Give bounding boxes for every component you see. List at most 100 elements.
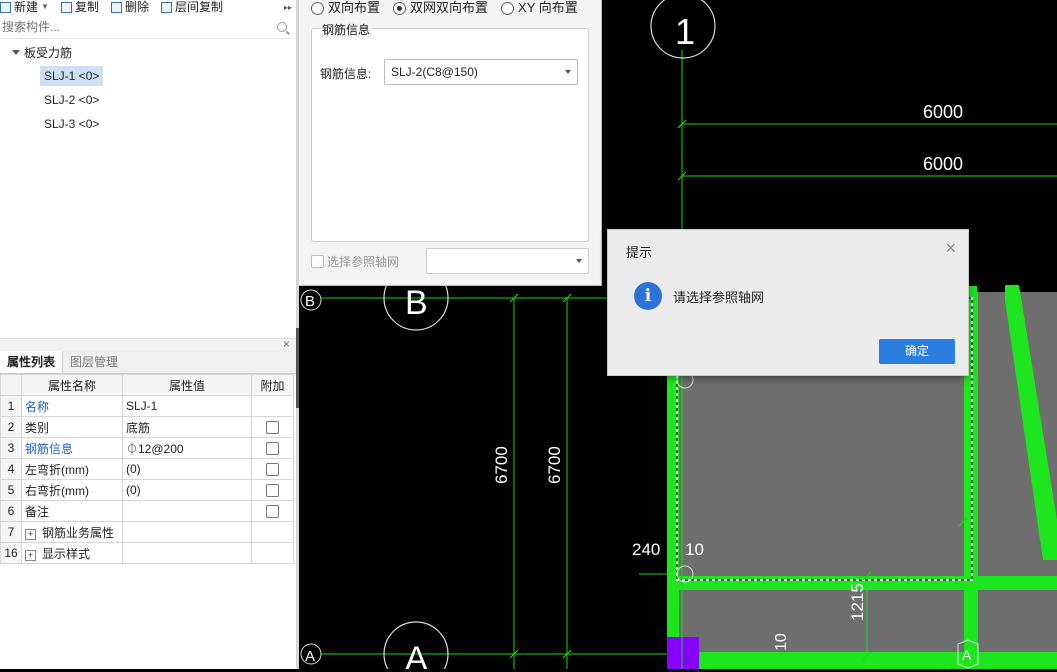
axis-label-b-small: B — [305, 293, 315, 310]
table-row[interactable]: 3 钢筋信息 ⏀12@200 — [0, 437, 294, 459]
row-num: 4 — [0, 458, 22, 480]
table-row[interactable]: 6 备注 — [0, 500, 294, 522]
prop-extra — [251, 479, 294, 501]
new-button[interactable]: 新建 ▼ — [0, 1, 49, 13]
group-label: 钢筋业务属性 — [42, 525, 115, 540]
expand-plus-icon[interactable]: + — [25, 549, 36, 561]
radio-double-net[interactable]: 双网双向布置 — [393, 0, 488, 16]
table-row[interactable]: 2 类别 底筋 — [0, 416, 294, 438]
extra-checkbox[interactable] — [266, 421, 279, 435]
new-icon — [0, 1, 11, 13]
beam-bottom — [667, 652, 1057, 669]
checkbox-icon[interactable] — [311, 255, 324, 268]
tree-root[interactable]: 板受力筋 — [12, 44, 72, 61]
search-icon[interactable] — [277, 22, 287, 32]
ok-button[interactable]: 确定 — [879, 339, 955, 364]
copy-button[interactable]: 复制 — [60, 1, 99, 13]
delete-icon — [110, 1, 122, 13]
component-toolbar: 新建 ▼ 复制 删除 层间复制 ▸▸ — [0, 0, 296, 14]
radio-label: XY 向布置 — [518, 0, 578, 15]
table-header-row: 属性名称 属性值 附加 — [0, 374, 294, 396]
dialog-message: 请选择参照轴网 — [673, 290, 765, 305]
row-num: 7 — [0, 521, 22, 543]
prop-name: 右弯折(mm) — [21, 479, 123, 501]
table-row[interactable]: 5 右弯折(mm) (0) — [0, 479, 294, 501]
group-label: 显示样式 — [42, 546, 91, 561]
dim-text-6000-b: 6000 — [923, 154, 963, 174]
rebar-info-select[interactable]: SLJ-2(C8@150) — [384, 59, 578, 85]
info-icon: i — [634, 282, 662, 310]
radio-xy[interactable]: XY 向布置 — [501, 0, 578, 16]
radio-label: 双网双向布置 — [410, 0, 489, 15]
prop-value[interactable]: SLJ-1 — [122, 395, 252, 417]
header-value: 属性值 — [122, 374, 252, 396]
header-num — [0, 374, 22, 396]
more-icon[interactable]: ▸▸ — [284, 3, 292, 12]
rebar-info-label: 钢筋信息: — [320, 67, 372, 81]
prop-value[interactable]: (0) — [122, 479, 252, 501]
floor-copy-button[interactable]: 层间复制 — [160, 1, 223, 13]
chevron-down-icon[interactable]: ▼ — [41, 1, 49, 13]
table-row[interactable]: 7 + 钢筋业务属性 — [0, 521, 294, 543]
extra-checkbox[interactable] — [266, 484, 279, 498]
axis-label-b: B — [405, 284, 428, 322]
prop-extra — [251, 437, 294, 459]
left-panel: 新建▼ 复制 删除 层间复制 ▸▸ 板受力筋 SLJ-1 <0> SLJ-2 <… — [0, 0, 296, 669]
prop-name: 类别 — [21, 416, 123, 438]
splitter-grip[interactable] — [296, 328, 299, 408]
extra-checkbox[interactable] — [266, 442, 279, 456]
expand-arrow-icon[interactable] — [12, 50, 20, 55]
prop-extra — [251, 395, 294, 417]
tab-property-list[interactable]: 属性列表 — [0, 351, 64, 373]
radio-icon[interactable] — [311, 2, 324, 16]
prompt-dialog: 提示 × i 请选择参照轴网 确定 — [607, 229, 969, 376]
property-table: 属性名称 属性值 附加 1 名称 SLJ-1 2 类别 底筋 3 钢筋信息 ⏀1… — [0, 374, 294, 564]
prop-name: 左弯折(mm) — [21, 458, 123, 480]
prop-value[interactable]: 底筋 — [122, 416, 252, 438]
search-input[interactable] — [0, 18, 252, 36]
property-panel-header: × — [0, 337, 296, 351]
radio-icon[interactable] — [501, 2, 515, 16]
search-bar — [0, 18, 293, 39]
prop-value[interactable] — [122, 500, 252, 522]
copy-icon — [60, 1, 72, 13]
prop-name: 名称 — [21, 395, 123, 417]
axis-grid-select[interactable] — [426, 248, 589, 274]
radio-bidirectional[interactable]: 双向布置 — [311, 0, 380, 16]
prop-extra — [251, 458, 294, 480]
dialog-title: 提示 — [626, 245, 653, 260]
axis-grid-checkbox[interactable]: 选择参照轴网 — [311, 253, 399, 270]
layout-radio-group: 双向布置 双网双向布置 XY 向布置 — [311, 0, 578, 16]
row-num: 1 — [0, 395, 22, 417]
radio-selected-icon[interactable] — [393, 2, 407, 16]
dim-text-10: 10 — [685, 540, 704, 559]
close-icon[interactable]: × — [945, 238, 956, 259]
axis-label-a: A — [405, 640, 428, 669]
axis-checkbox-label: 选择参照轴网 — [327, 255, 400, 269]
axis-label-a-small: A — [305, 648, 315, 665]
dim-text-6700-a: 6700 — [492, 446, 511, 484]
close-icon[interactable]: × — [283, 337, 290, 351]
prop-extra — [251, 416, 294, 438]
table-row[interactable]: 1 名称 SLJ-1 — [0, 395, 294, 417]
delete-label: 删除 — [124, 0, 149, 14]
prop-name-group: + 钢筋业务属性 — [21, 521, 123, 543]
header-name: 属性名称 — [21, 374, 123, 396]
prop-value[interactable]: ⏀12@200 — [122, 437, 252, 459]
new-label: 新建 — [14, 0, 39, 14]
delete-button[interactable]: 删除 — [110, 0, 149, 14]
column — [667, 637, 699, 669]
table-row[interactable]: 4 左弯折(mm) (0) — [0, 458, 294, 480]
prop-value[interactable]: (0) — [122, 458, 252, 480]
prop-value — [122, 521, 252, 543]
prop-extra — [251, 521, 294, 543]
table-row[interactable]: 16 + 显示样式 — [0, 542, 294, 564]
tree-item-slj-1[interactable]: SLJ-1 <0> — [40, 66, 104, 86]
extra-checkbox[interactable] — [266, 505, 279, 519]
row-num: 16 — [0, 542, 22, 564]
extra-checkbox[interactable] — [266, 463, 279, 477]
tab-layer-management[interactable]: 图层管理 — [63, 351, 125, 373]
expand-plus-icon[interactable]: + — [25, 528, 36, 540]
tree-item-slj-2[interactable]: SLJ-2 <0> — [40, 90, 103, 110]
tree-item-slj-3[interactable]: SLJ-3 <0> — [40, 114, 103, 134]
